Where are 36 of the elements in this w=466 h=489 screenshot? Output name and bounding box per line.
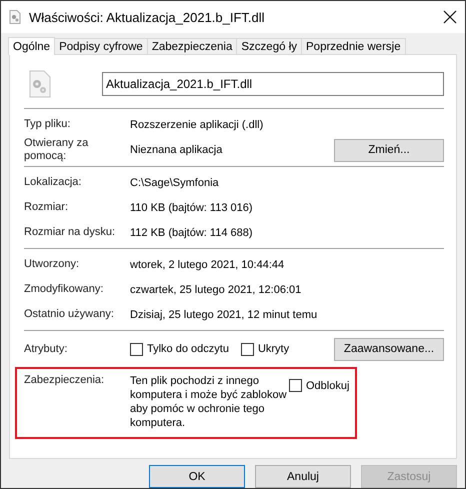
field-label: Rozmiar na dysku: (24, 226, 116, 239)
field-value: wtorek, 2 lutego 2021, 10:44:44 (130, 258, 286, 270)
attribute-checkbox[interactable]: Tylko do odczytu (130, 342, 229, 356)
field-label: Atrybuty: (24, 342, 68, 356)
field-label: Zmodyfikowany: (24, 283, 104, 296)
field-label: Zabezpieczenia: (24, 374, 106, 387)
field-value: Rozszerzenie aplikacji (.dll) (130, 118, 264, 130)
field-label: Lokalizacja: (24, 176, 82, 189)
advanced-button[interactable]: Zaawansowane... (334, 338, 444, 360)
tab[interactable]: Poprzednie wersje (301, 38, 406, 54)
field-value: Dzisiaj, 25 lutego 2021, 12 minut temu (130, 308, 318, 320)
tab[interactable]: Podpisy cyfrowe (54, 38, 148, 54)
field-value: 110 KB (bajtów: 113 016) (130, 202, 254, 214)
field-label: Utworzony: (24, 258, 80, 271)
tab[interactable]: Zabezpieczenia (146, 38, 238, 54)
field-label: Typ pliku: (24, 118, 72, 131)
close-icon[interactable] (443, 10, 457, 24)
field-value: czwartek, 25 lutego 2021, 12:06:01 (130, 284, 302, 296)
field-value: 112 KB (bajtów: 114 688) (130, 226, 254, 238)
field-label: Rozmiar: (24, 201, 70, 214)
window-title: Właściwości: Aktualizacja_2021.b_IFT.dll (29, 10, 266, 24)
field-value: C:\Sage\Symfonia (130, 176, 220, 188)
field-label: Ostatnio używany: (24, 308, 115, 321)
attribute-checkbox[interactable]: Ukryty (240, 342, 290, 356)
field-value: Nieznana aplikacja (130, 144, 224, 156)
file-gears-icon (28, 70, 52, 98)
security-message: Ten plik pochodzi z innego komputera i może być zablokow aby pomóc w ochronie tego komputera. (130, 374, 288, 430)
unblock-checkbox[interactable]: Odblokuj (289, 379, 350, 392)
file-gears-icon (9, 10, 21, 24)
tab[interactable]: Szczegó ły (236, 38, 302, 54)
dialog-button[interactable]: OK (149, 465, 245, 488)
file-name-field[interactable]: Aktualizacja_2021.b_IFT.dll (102, 72, 444, 96)
change-button[interactable]: Zmień... (334, 138, 444, 162)
field-label: Otwierany za pomocą: (24, 137, 90, 163)
tab[interactable]: Ogólne (8, 37, 56, 55)
dialog-button[interactable]: Anuluj (255, 465, 351, 488)
